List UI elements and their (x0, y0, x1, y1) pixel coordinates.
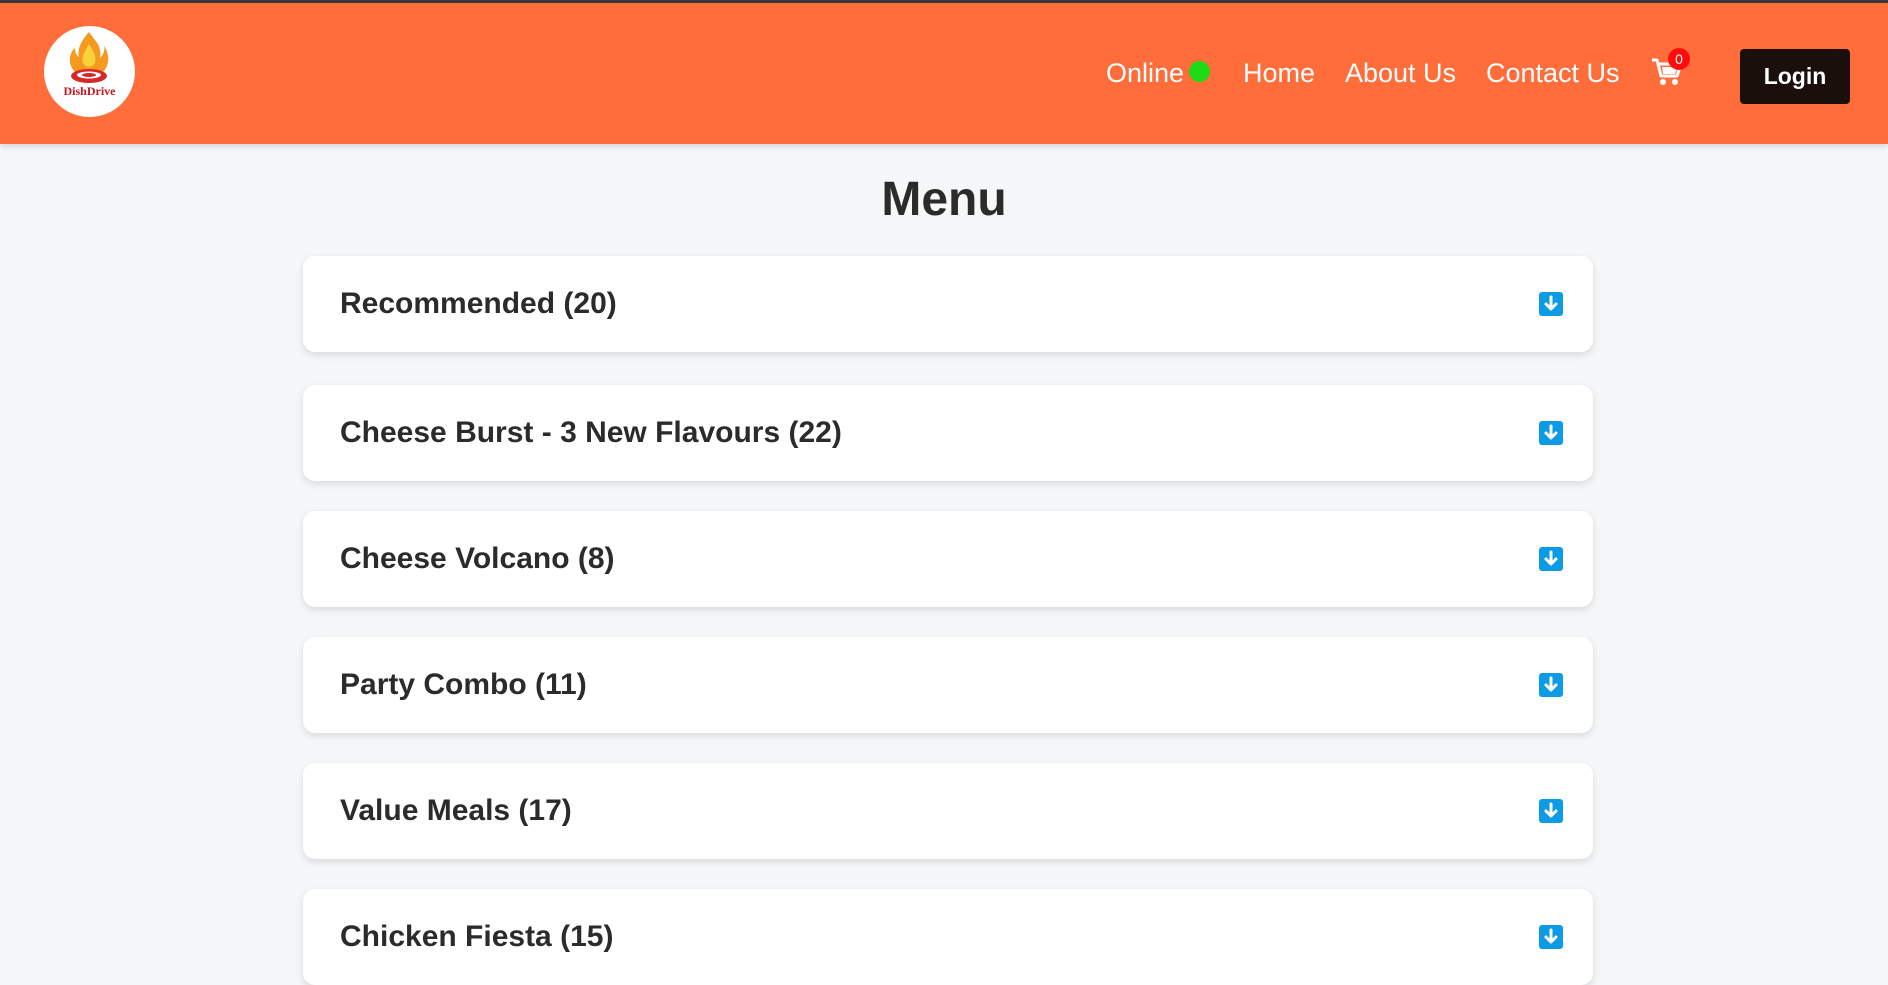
nav-home[interactable]: Home (1243, 3, 1315, 144)
nav-about[interactable]: About Us (1345, 3, 1456, 144)
arrow-down-icon[interactable] (1539, 673, 1563, 697)
page-title: Menu (881, 173, 1007, 226)
category-accordion-cheese-volcano[interactable]: Cheese Volcano (8) (303, 511, 1593, 607)
category-title: Party Combo (11) (340, 668, 587, 701)
category-title: Value Meals (17) (340, 794, 572, 827)
nav-contact-label[interactable]: Contact Us (1486, 58, 1620, 89)
category-title: Recommended (20) (340, 287, 617, 320)
arrow-down-icon[interactable] (1539, 799, 1563, 823)
category-accordion-cheese-burst[interactable]: Cheese Burst - 3 New Flavours (22) (303, 385, 1593, 481)
dishdrive-logo[interactable]: DishDrive (44, 26, 135, 117)
nav-about-label[interactable]: About Us (1345, 58, 1456, 89)
cart-count-badge: 0 (1668, 48, 1690, 70)
category-title: Cheese Burst - 3 New Flavours (22) (340, 416, 842, 449)
arrow-down-icon[interactable] (1539, 421, 1563, 445)
category-title: Cheese Volcano (8) (340, 542, 615, 575)
category-accordion-party-combo[interactable]: Party Combo (11) (303, 637, 1593, 733)
category-accordion-chicken-fiesta[interactable]: Chicken Fiesta (15) (303, 889, 1593, 985)
category-accordion-recommended[interactable]: Recommended (20) (303, 256, 1593, 352)
online-status-dot (1189, 61, 1211, 82)
online-label: Online (1106, 58, 1185, 88)
arrow-down-icon[interactable] (1539, 292, 1563, 316)
login-button[interactable]: Login (1740, 49, 1850, 104)
site-header: DishDrive Online Home About Us Contact U… (0, 3, 1888, 144)
logo-text: DishDrive (63, 84, 116, 98)
nav-home-label[interactable]: Home (1243, 58, 1315, 89)
arrow-down-icon[interactable] (1539, 925, 1563, 949)
flame-plate-icon (69, 32, 109, 83)
arrow-down-icon[interactable] (1539, 547, 1563, 571)
category-accordion-value-meals[interactable]: Value Meals (17) (303, 763, 1593, 859)
category-title: Chicken Fiesta (15) (340, 920, 614, 953)
nav-contact[interactable]: Contact Us (1486, 3, 1620, 144)
online-status: Online (1106, 3, 1211, 144)
